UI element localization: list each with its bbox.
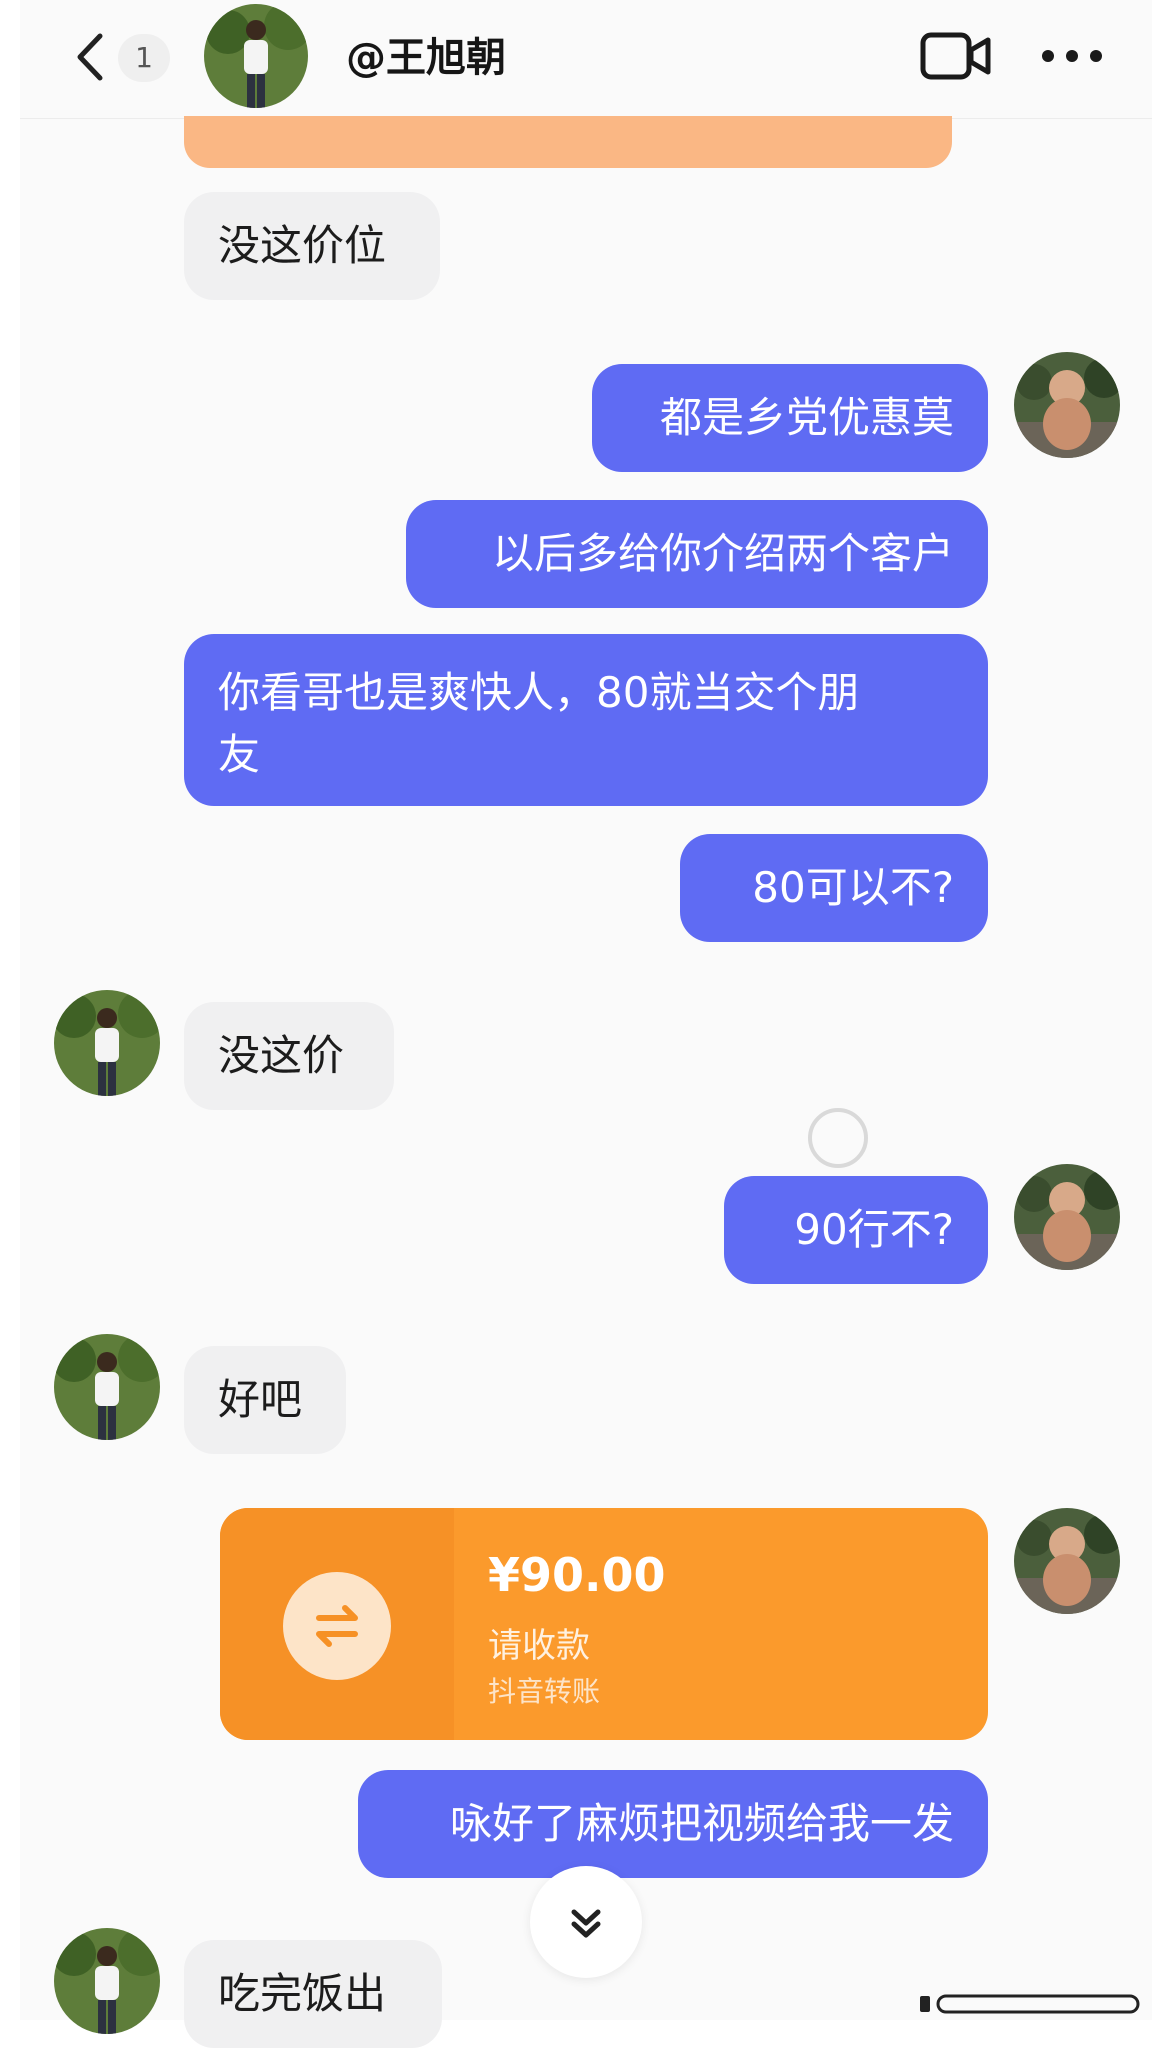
received-message[interactable]: 没这价 <box>184 1002 394 1110</box>
contact-message-avatar[interactable] <box>54 990 160 1096</box>
left-edge <box>0 0 20 2020</box>
contact-message-avatar[interactable] <box>54 1928 160 2034</box>
back-icon[interactable] <box>70 28 110 86</box>
my-avatar-image <box>1014 1508 1120 1614</box>
my-avatar[interactable] <box>1014 1508 1120 1614</box>
message-text: 咏好了麻烦把视频给我一发 <box>449 1799 954 1848</box>
transfer-icon <box>283 1572 391 1680</box>
sent-message[interactable]: 你看哥也是爽快人，80就当交个朋 友 <box>184 634 988 806</box>
my-avatar-image <box>1014 1164 1120 1270</box>
received-message[interactable]: 吃完饭出 <box>184 1940 442 2048</box>
contact-message-avatar-image <box>54 1928 160 2034</box>
more-icon[interactable] <box>1040 46 1104 66</box>
received-message[interactable]: 好吧 <box>184 1346 346 1454</box>
video-call-icon[interactable] <box>920 30 992 82</box>
message-text: 吃完饭出 <box>218 1969 387 2018</box>
sent-message[interactable]: 都是乡党优惠莫 <box>592 364 988 472</box>
contact-avatar-image <box>204 4 308 108</box>
previous-card-edge <box>184 116 952 168</box>
message-text-line-2: 友 <box>218 730 261 779</box>
message-text: 都是乡党优惠莫 <box>659 393 954 442</box>
received-message[interactable]: 没这价位 <box>184 192 440 300</box>
contact-message-avatar-image <box>54 1334 160 1440</box>
message-text-line-1: 你看哥也是爽快人，80就当交个朋 <box>218 668 860 717</box>
message-text: 没这价 <box>218 1031 345 1080</box>
my-avatar-image <box>1014 352 1120 458</box>
sent-message[interactable]: 咏好了麻烦把视频给我一发 <box>358 1770 988 1878</box>
message-text: 90行不? <box>794 1205 954 1254</box>
contact-avatar[interactable] <box>204 4 308 108</box>
my-avatar[interactable] <box>1014 352 1120 458</box>
sent-message[interactable]: 以后多给你介绍两个客户 <box>406 500 988 608</box>
transfer-amount: ¥90.00 <box>488 1548 666 1602</box>
message-text: 以后多给你介绍两个客户 <box>491 529 954 578</box>
loading-indicator <box>808 1108 868 1168</box>
sent-message[interactable]: 90行不? <box>724 1176 988 1284</box>
my-avatar[interactable] <box>1014 1164 1120 1270</box>
contact-message-avatar-image <box>54 990 160 1096</box>
sent-message[interactable]: 80可以不? <box>680 834 988 942</box>
right-edge <box>1152 0 1172 2020</box>
transfer-card[interactable]: ¥90.00 请收款 抖音转账 <box>220 1508 988 1740</box>
transfer-source: 抖音转账 <box>488 1675 601 1708</box>
home-indicator-icon <box>920 1994 1140 2014</box>
scroll-down-button[interactable] <box>530 1866 642 1978</box>
contact-name: @王旭朝 <box>346 35 506 81</box>
scroll-down-icon <box>571 1909 601 1938</box>
contact-message-avatar[interactable] <box>54 1334 160 1440</box>
message-text: 80可以不? <box>752 863 954 912</box>
transfer-label: 请收款 <box>488 1626 590 1666</box>
message-text: 好吧 <box>218 1375 303 1424</box>
unread-count-badge: 1 <box>118 34 170 82</box>
message-text: 没这价位 <box>218 221 387 270</box>
